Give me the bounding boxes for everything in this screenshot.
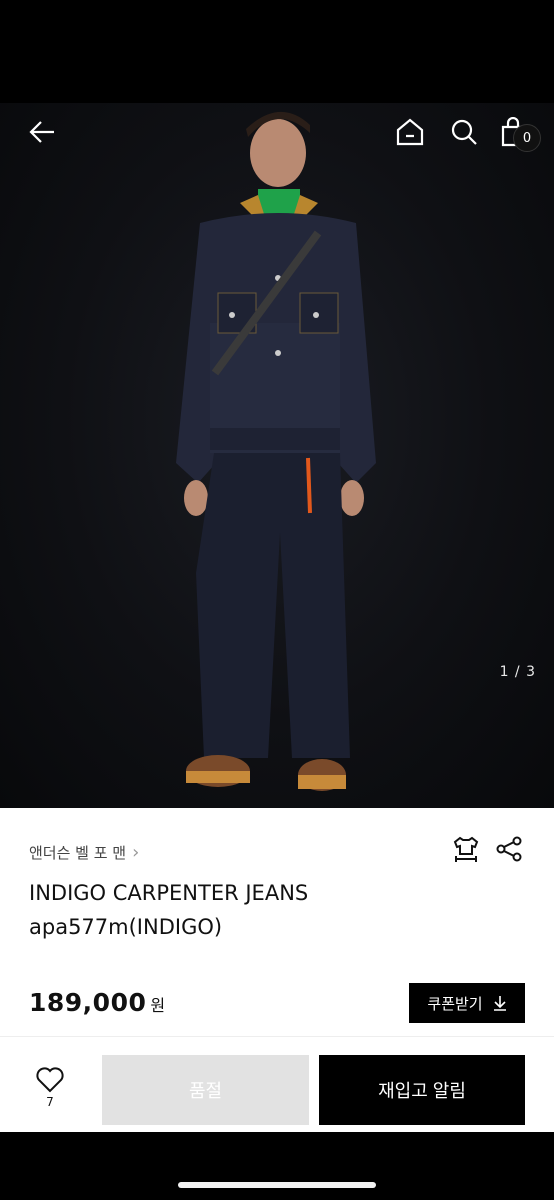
product-info: 앤더슨 벨 포 맨 › INDIGO CARPENTER JEANS apa57… (0, 808, 554, 1036)
restock-alert-button[interactable]: 재입고 알림 (319, 1055, 525, 1125)
price: 189,000 원 (29, 988, 165, 1017)
coupon-button[interactable]: 쿠폰받기 (409, 983, 525, 1023)
home-indicator[interactable] (178, 1182, 376, 1188)
download-icon (493, 996, 506, 1011)
like-button[interactable]: 7 (28, 1067, 72, 1109)
soldout-button[interactable]: 품절 (102, 1055, 309, 1125)
home-indicator-area (0, 1132, 554, 1200)
product-image[interactable] (0, 103, 554, 808)
product-photo (176, 111, 376, 791)
image-pager: 1 / 3 (499, 664, 536, 680)
home-icon[interactable] (393, 115, 427, 149)
brand-link[interactable]: 앤더슨 벨 포 맨 › (29, 842, 139, 863)
share-icon[interactable] (492, 832, 526, 866)
product-title-line1: INDIGO CARPENTER JEANS (29, 881, 309, 905)
price-currency: 원 (150, 996, 166, 1015)
size-guide-icon[interactable] (449, 832, 483, 866)
heart-icon (36, 1067, 64, 1093)
product-title-line2: apa577m(INDIGO) (29, 915, 223, 939)
status-bar (0, 0, 554, 103)
brand-name: 앤더슨 벨 포 맨 (29, 844, 127, 862)
like-count: 7 (46, 1095, 54, 1109)
bottom-action-bar: 7 품절 재입고 알림 (0, 1036, 554, 1133)
search-icon[interactable] (447, 115, 481, 149)
cart-count-badge: 0 (513, 124, 541, 152)
back-arrow-icon[interactable] (25, 115, 59, 149)
price-value: 189,000 (29, 988, 147, 1017)
chevron-right-icon: › (132, 841, 140, 863)
product-title: INDIGO CARPENTER JEANS apa577m(INDIGO) (29, 876, 308, 944)
coupon-label: 쿠폰받기 (427, 995, 483, 1013)
